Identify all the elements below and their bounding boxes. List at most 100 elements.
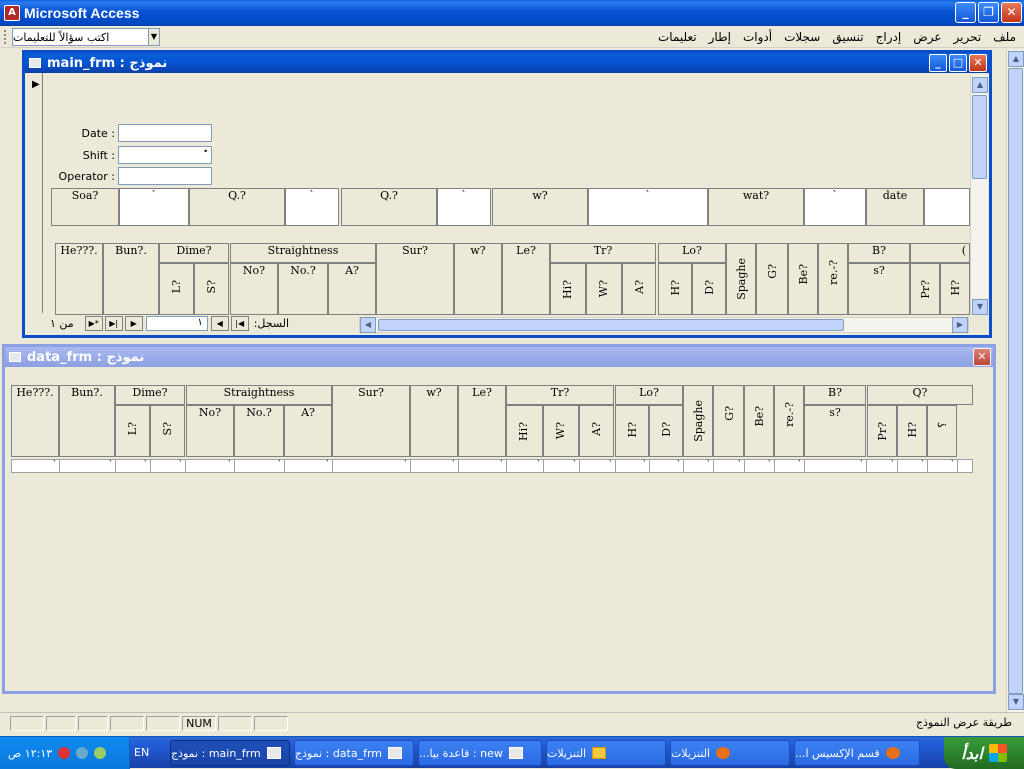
menu-help[interactable]: تعليمات [658,30,697,44]
start-button[interactable]: ابدأ [944,737,1024,769]
main-form-titlebar[interactable]: main_frm : نموذج _ □ ✕ [25,53,989,73]
data-sub-a: A? [284,405,332,457]
main-form-hscroll[interactable]: ◀ ▶ [359,317,969,333]
main-scroll-down-icon[interactable]: ▼ [972,299,988,315]
date-col-label: date [866,188,924,226]
statusbar: NUM طريقة عرض النموذج [0,712,1024,732]
grid-header-sur: Sur? [376,243,454,315]
menu-view[interactable]: عرض [913,30,941,44]
data-header-le: Le? [458,385,506,457]
main-form-close-button[interactable]: ✕ [969,54,987,72]
scroll-up-icon[interactable]: ▲ [1008,51,1024,67]
date-col-field[interactable] [924,188,970,226]
shift-select[interactable]: • [118,146,212,164]
new-record-button[interactable]: ▶* [84,316,103,331]
data-sub-s2: s? [804,405,866,457]
grid-header-g: G? [756,243,788,315]
menu-insert[interactable]: إدراج [876,30,902,44]
data-form-titlebar[interactable]: data_frm : نموذج ✕ [5,347,993,367]
menu-file[interactable]: ملف [993,30,1016,44]
data-sub-h: H? [615,405,649,457]
status-cell-2 [46,716,76,731]
q2-field[interactable]: ` [437,188,491,226]
minimize-button[interactable]: _ [955,2,976,23]
menu-records[interactable]: سجلات [784,30,820,44]
prev-record-button[interactable]: ◀ [210,316,229,331]
w-field[interactable]: ` [588,188,708,226]
app-titlebar[interactable]: A Microsoft Access _ ❐ ✕ [0,0,1024,26]
main-form-vscroll[interactable]: ▲ ▼ [970,75,988,315]
grid-header-tr: Tr? [550,243,656,263]
form-task-icon [388,747,403,759]
data-sub-w: W? [543,405,579,457]
help-dropdown-icon[interactable]: ▼ [148,28,160,46]
data-form-close-button[interactable]: ✕ [973,348,991,366]
grid-header-spaghe: Spaghe [726,243,756,315]
data-row-cell-mark: ` [620,460,650,472]
grid-header-dime: Dime? [159,243,229,263]
task-access-section[interactable]: قسم الإكسيس ا... [794,740,920,766]
main-hscroll-left-icon[interactable]: ◀ [360,317,376,333]
main-form-maximize-button[interactable]: □ [949,54,967,72]
main-scroll-thumb[interactable] [972,95,987,179]
restore-button[interactable]: ❐ [978,2,999,23]
task-downloads-folder[interactable]: التنزيلات [546,740,666,766]
next-record-button[interactable]: ▶ [124,316,143,331]
menu-edit[interactable]: تحرير [954,30,982,44]
grid-header-b: B? [848,243,910,263]
grid-header-lo: Lo? [658,243,726,263]
data-form-window[interactable]: data_frm : نموذج ✕ He???. Bun?. Dime? L?… [2,344,996,694]
data-header-tr: Tr? [506,385,614,405]
help-question-input[interactable]: اكتب سؤالاً للتعليمات [12,28,160,46]
data-sub-q3: ؟ [927,405,957,457]
language-indicator[interactable]: EN [134,746,149,759]
w-label: w? [492,188,588,226]
data-row-cell-mark: ` [898,460,928,472]
data-row-cell-mark: ` [205,460,235,472]
wat-field[interactable]: ` [804,188,866,226]
task-main-frm[interactable]: main_frm : نموذج [170,740,290,766]
menu-tools[interactable]: أدوات [743,30,772,44]
task-new-db[interactable]: new : قاعدة بيا... [418,740,542,766]
record-selector[interactable]: ▶ [25,73,43,313]
toolbar-grip-icon[interactable] [4,30,7,44]
data-row-cell-mark: ` [303,460,333,472]
data-row-cell-mark: ` [550,460,580,472]
network-icon[interactable] [76,747,89,759]
clock[interactable]: ١٢:١٣ ص [8,747,52,760]
app-vertical-scrollbar[interactable]: ▲ ▼ [1006,50,1024,712]
scroll-down-icon[interactable]: ▼ [1008,694,1024,710]
main-hscroll-right-icon[interactable]: ▶ [952,317,968,333]
database-task-icon [508,747,523,759]
data-header-spaghe: Spaghe [683,385,713,457]
close-button[interactable]: ✕ [1001,2,1022,23]
access-logo-icon[interactable]: A [4,5,20,21]
last-record-button[interactable]: ▶| [104,316,123,331]
tray-app-icon[interactable] [94,747,107,759]
operator-input[interactable] [118,167,212,185]
main-scroll-up-icon[interactable]: ▲ [972,77,988,93]
main-form-minimize-button[interactable]: _ [929,54,947,72]
data-entry-row[interactable]: ` ` ` ` ` ` ` ` ` ` ` ` ` ` ` ` ` ` ` ` ` ` ` [11,459,973,473]
scroll-thumb[interactable] [1008,68,1023,694]
date-input[interactable] [118,124,212,142]
grid-sub-l: L? [159,263,194,315]
status-cell-5 [146,716,180,731]
operator-label: Operator : [58,170,115,183]
main-hscroll-thumb[interactable] [378,319,844,331]
soa-field[interactable]: ` [119,188,189,226]
data-row-cell-mark: ` [255,460,285,472]
menu-window[interactable]: إطار [709,30,731,44]
menu-format[interactable]: تنسيق [832,30,863,44]
task-data-frm[interactable]: data_frm : نموذج [294,740,414,766]
status-cell-1 [10,716,44,731]
main-form-window[interactable]: main_frm : نموذج _ □ ✕ ▶ Date : Shift : … [22,50,992,338]
first-record-button[interactable]: |◀ [230,316,249,331]
grid-sub-d: D? [692,263,726,315]
q1-field[interactable]: ` [285,188,339,226]
task-downloads-firefox[interactable]: التنزيلات [670,740,790,766]
record-number-input[interactable]: ١ [145,316,208,331]
grid-sub-pr: Pr? [910,263,940,315]
security-shield-icon[interactable] [58,747,71,759]
data-row-cell-mark: ` [514,460,544,472]
